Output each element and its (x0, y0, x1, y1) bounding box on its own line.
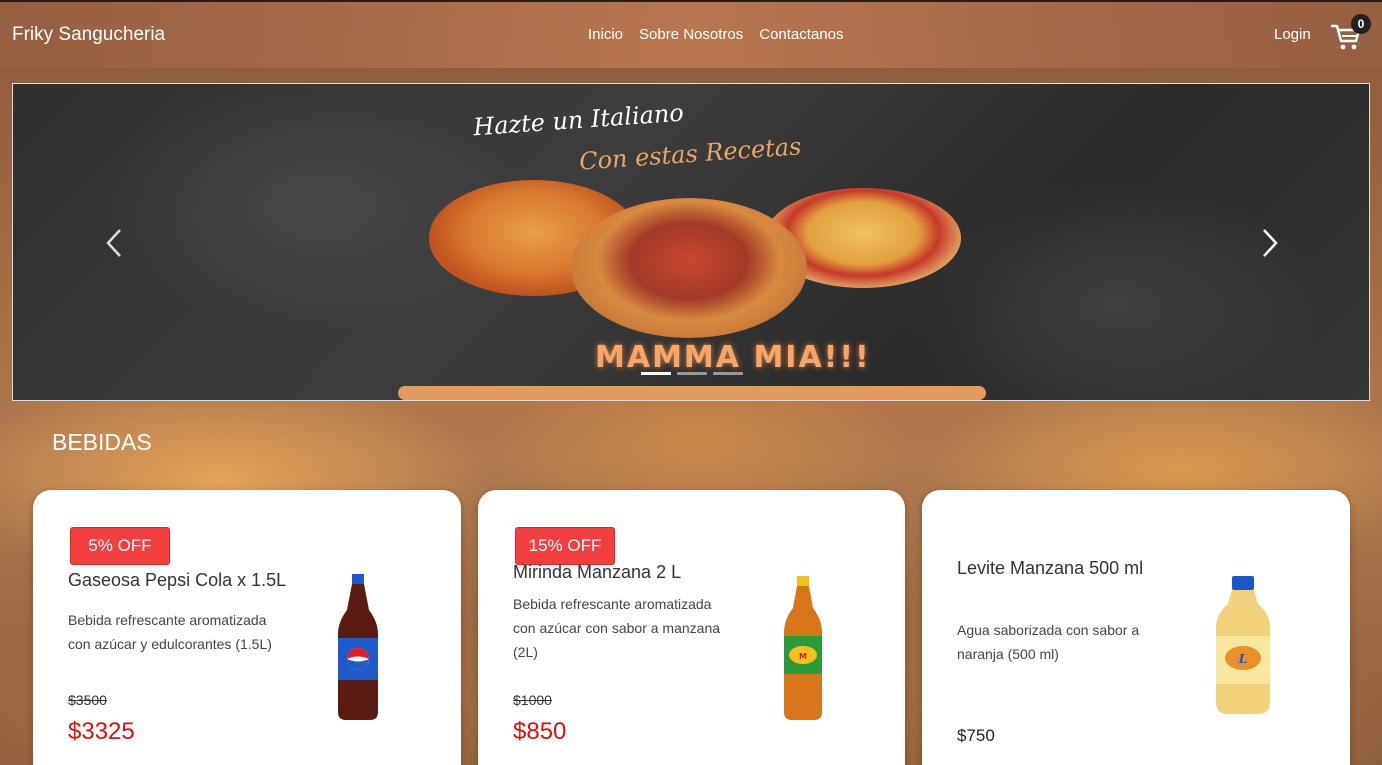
product-old-price: $3500 (68, 692, 107, 708)
slide-headline: Hazte un Italiano (472, 98, 685, 142)
svg-text:L: L (1238, 652, 1247, 666)
discount-badge: 15% OFF (515, 527, 615, 565)
product-card[interactable]: Levite Manzana 500 ml Agua saborizada co… (922, 490, 1350, 765)
slide-caption: MAMMA MIA!!! (595, 340, 871, 375)
navbar: Friky Sangucheria Inicio Sobre Nosotros … (0, 0, 1382, 68)
discount-badge: 5% OFF (70, 527, 170, 565)
product-description: Bebida refrescante aromatizada con azúca… (513, 596, 721, 660)
mirinda-bottle-image: M (784, 576, 822, 720)
main-nav: Inicio Sobre Nosotros Contactanos (588, 26, 843, 43)
pepsi-bottle-image (338, 574, 378, 720)
product-name: Levite Manzana 500 ml (957, 558, 1144, 578)
carousel-indicator-1[interactable] (641, 372, 671, 375)
svg-text:M: M (799, 652, 807, 661)
slide-subheadline: Con estas Recetas (578, 132, 803, 176)
product-description: Agua saborizada con sabor a naranja (500… (957, 622, 1140, 662)
pizza-image (571, 198, 807, 338)
carousel-indicator-3[interactable] (713, 372, 743, 375)
product-card[interactable]: 5% OFF Gaseosa Pepsi Cola x 1.5L Bebida … (33, 490, 461, 765)
nav-link-sobre-nosotros[interactable]: Sobre Nosotros (639, 26, 743, 43)
carousel-next-icon[interactable] (1257, 226, 1281, 260)
carousel-prev-icon[interactable] (103, 226, 127, 260)
section-title: BEBIDAS (52, 429, 152, 455)
product-price: $3325 (68, 718, 135, 745)
nav-link-contactanos[interactable]: Contactanos (759, 26, 843, 43)
carousel-indicators (641, 372, 743, 375)
horizontal-scrollbar[interactable] (398, 386, 986, 400)
product-name: Mirinda Manzana 2 L (513, 562, 682, 582)
cart-count-badge: 0 (1351, 14, 1371, 34)
product-description: Bebida refrescante aromatizada con azúca… (68, 612, 272, 652)
product-price: $750 (957, 726, 995, 745)
product-old-price: $1000 (513, 692, 552, 708)
product-name: Gaseosa Pepsi Cola x 1.5L (68, 570, 287, 590)
hero-carousel: Hazte un Italiano Con estas Recetas MAMM… (12, 83, 1370, 401)
carousel-indicator-2[interactable] (677, 372, 707, 375)
nav-link-inicio[interactable]: Inicio (588, 26, 623, 43)
login-link[interactable]: Login (1274, 26, 1311, 43)
product-price: $850 (513, 718, 567, 745)
product-card[interactable]: 15% OFF Mirinda Manzana 2 L Bebida refre… (478, 490, 905, 765)
brand-logo-link[interactable]: Friky Sangucheria (12, 24, 165, 46)
levite-bottle-image: L (1216, 576, 1270, 714)
